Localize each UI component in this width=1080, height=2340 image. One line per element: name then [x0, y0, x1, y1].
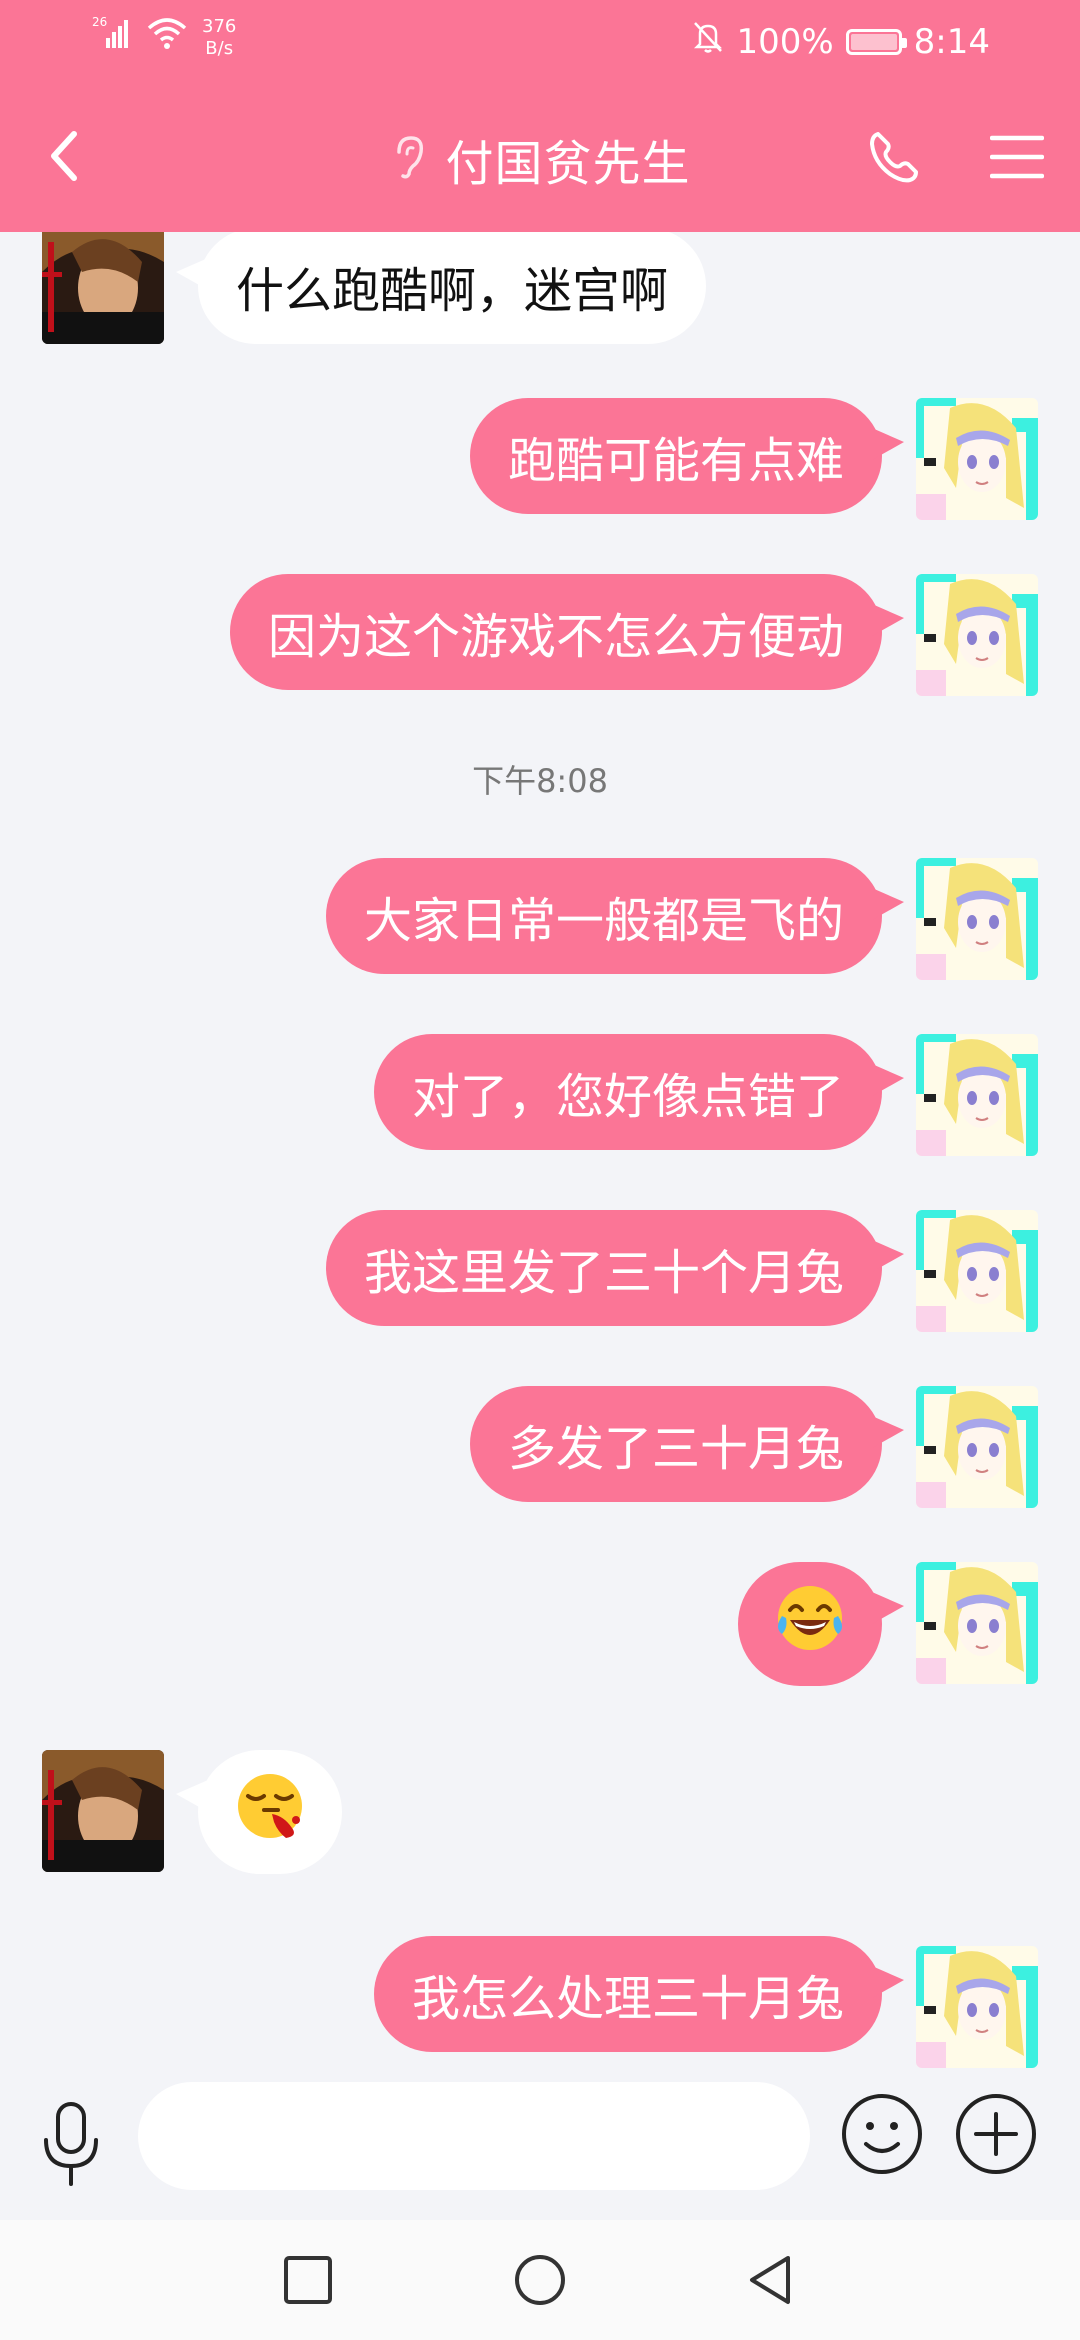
voice-button[interactable] — [38, 2100, 104, 2190]
menu-icon — [989, 135, 1045, 179]
network-speed: 376 B/s — [202, 16, 236, 60]
network-speed-value: 376 — [202, 16, 237, 37]
home-button[interactable] — [510, 2250, 570, 2310]
nosebleed-emoji — [234, 1770, 306, 1854]
system-nav-bar — [0, 2220, 1080, 2340]
my-avatar[interactable] — [916, 858, 1038, 980]
clock: 8:14 — [913, 21, 990, 62]
message-bubble-out[interactable] — [738, 1562, 904, 1686]
timestamp: 下午8:08 — [472, 762, 608, 800]
message-bubble-out[interactable]: 多发了三十月兔 — [469, 1386, 905, 1502]
my-avatar[interactable] — [916, 1034, 1038, 1156]
message-list[interactable]: 什么跑酷啊，迷宫啊 跑酷可能有点难 因为这个游戏不怎么方便动 下午8:08 大家… — [0, 232, 1080, 2080]
call-button[interactable] — [862, 126, 926, 190]
square-icon — [284, 2256, 332, 2304]
my-avatar[interactable] — [916, 1562, 1038, 1684]
my-avatar[interactable] — [916, 398, 1038, 520]
circle-icon — [515, 2255, 565, 2305]
status-left: 26 376 B/s — [92, 15, 236, 60]
battery-icon — [845, 28, 907, 55]
more-button[interactable] — [954, 2092, 1038, 2176]
contact-avatar[interactable] — [42, 1750, 164, 1872]
laughing-tears-emoji — [774, 1582, 846, 1666]
app-header: 26 376 B/s 100% 8:14 付国贫先生 — [0, 0, 1080, 232]
ear-icon — [389, 132, 429, 186]
message-text: 我这里发了三十个月兔 — [363, 1245, 844, 1301]
my-avatar[interactable] — [916, 574, 1038, 696]
message-bubble-in[interactable] — [176, 1750, 342, 1874]
message-input[interactable] — [138, 2082, 810, 2190]
message-text: 大家日常一般都是飞的 — [363, 893, 844, 949]
phone-icon — [870, 132, 918, 183]
my-avatar[interactable] — [916, 1946, 1038, 2068]
nav-back-button[interactable] — [740, 2250, 800, 2310]
plus-circle-icon — [956, 2094, 1036, 2174]
message-text: 因为这个游戏不怎么方便动 — [267, 609, 844, 665]
page-title: 付国贫先生 — [445, 136, 691, 192]
mute-icon — [692, 20, 724, 63]
recents-button[interactable] — [278, 2250, 338, 2310]
my-avatar[interactable] — [916, 1386, 1038, 1508]
message-text: 多发了三十月兔 — [507, 1421, 844, 1477]
microphone-icon — [44, 2102, 98, 2186]
title-bar: 付国贫先生 — [0, 110, 1080, 210]
emoji-button[interactable] — [840, 2092, 924, 2176]
message-bubble-out[interactable]: 因为这个游戏不怎么方便动 — [229, 574, 905, 690]
svg-text:26: 26 — [92, 16, 107, 29]
battery-percent: 100% — [736, 21, 834, 62]
message-text: 对了，您好像点错了 — [411, 1069, 844, 1125]
message-text: 什么跑酷啊，迷宫啊 — [236, 263, 669, 319]
message-text: 我怎么处理三十月兔 — [411, 1971, 844, 2027]
wifi-icon — [146, 16, 188, 58]
triangle-back-icon — [750, 2256, 790, 2304]
message-bubble-out[interactable]: 大家日常一般都是飞的 — [325, 858, 905, 974]
my-avatar[interactable] — [916, 1210, 1038, 1332]
status-bar: 26 376 B/s 100% 8:14 — [0, 0, 1080, 80]
status-right: 100% 8:14 — [692, 20, 990, 63]
input-bar — [0, 2080, 1080, 2220]
message-bubble-out[interactable]: 跑酷可能有点难 — [469, 398, 905, 514]
menu-button[interactable] — [989, 130, 1045, 184]
contact-avatar[interactable] — [42, 232, 164, 344]
network-speed-unit: B/s — [205, 38, 234, 59]
signal-icon: 26 — [92, 15, 132, 58]
message-bubble-out[interactable]: 对了，您好像点错了 — [373, 1034, 905, 1150]
message-text: 跑酷可能有点难 — [507, 433, 844, 489]
message-bubble-out[interactable]: 我这里发了三十个月兔 — [325, 1210, 905, 1326]
smiley-icon — [842, 2094, 922, 2174]
message-bubble-in[interactable]: 什么跑酷啊，迷宫啊 — [175, 232, 707, 344]
message-bubble-out[interactable]: 我怎么处理三十月兔 — [373, 1936, 905, 2052]
